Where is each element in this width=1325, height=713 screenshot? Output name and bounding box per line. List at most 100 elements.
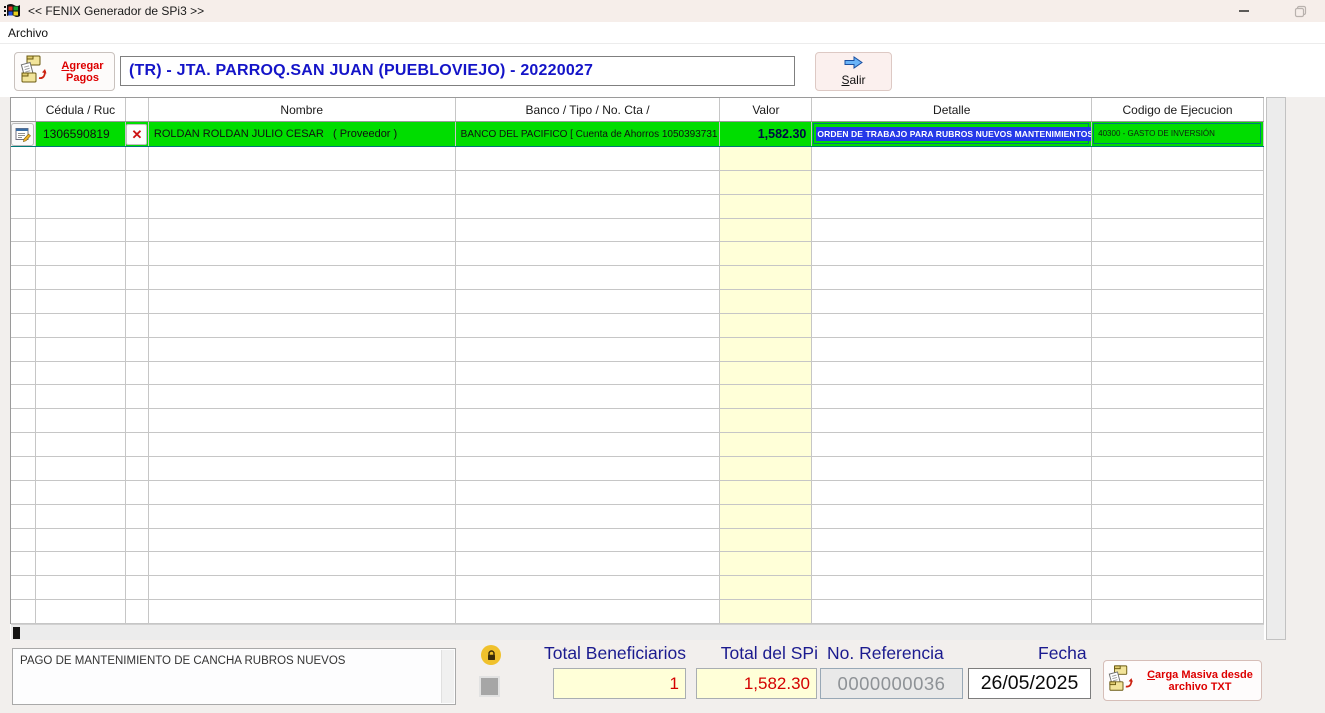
- cedula-cell: 1306590819: [36, 122, 126, 146]
- table-row-empty: [11, 576, 1264, 600]
- empty-cell: [36, 314, 126, 337]
- empty-cell: [36, 219, 126, 242]
- table-row-empty: [11, 171, 1264, 195]
- grid-header-row: Cédula / Ruc Nombre Banco / Tipo / No. C…: [11, 97, 1264, 122]
- edit-row-button[interactable]: [11, 123, 34, 146]
- empty-cell: [11, 147, 36, 170]
- salir-button[interactable]: Salir: [815, 52, 892, 91]
- fecha-label: Fecha: [1038, 643, 1087, 664]
- restore-button[interactable]: [1285, 1, 1315, 21]
- empty-cell: [11, 171, 36, 194]
- empty-cell: [812, 481, 1092, 504]
- grid-header-delete-col: [126, 98, 149, 121]
- total-spi-value: 1,582.30: [696, 668, 817, 699]
- app-window: << FENIX Generador de SPi3 >> Archivo: [0, 0, 1325, 713]
- empty-cell: [149, 529, 456, 552]
- empty-cell: [149, 505, 456, 528]
- codigo-text: 40300 - GASTO DE INVERSIÓN: [1093, 123, 1261, 144]
- total-spi-label: Total del SPi: [640, 643, 818, 664]
- empty-cell: [1092, 219, 1264, 242]
- agregar-pagos-button[interactable]: Agregar Pagos: [14, 52, 115, 91]
- app-icon: [4, 3, 22, 19]
- concept-scrollbar[interactable]: [441, 650, 454, 703]
- empty-cell: [36, 242, 126, 265]
- empty-cell: [11, 290, 36, 313]
- empty-cell: [1092, 362, 1264, 385]
- empty-cell: [1092, 385, 1264, 408]
- empty-cell: [1092, 481, 1264, 504]
- empty-cell: [720, 481, 812, 504]
- horizontal-scrollbar-thumb[interactable]: [13, 627, 20, 639]
- minimize-button[interactable]: [1229, 1, 1259, 21]
- empty-cell: [812, 147, 1092, 170]
- empty-cell: [456, 457, 721, 480]
- entity-field[interactable]: (TR) - JTA. PARROQ.SAN JUAN (PUEBLOVIEJO…: [120, 56, 795, 86]
- empty-cell: [720, 338, 812, 361]
- empty-cell: [456, 552, 721, 575]
- footer-panel: PAGO DE MANTENIMIENTO DE CANCHA RUBROS N…: [0, 640, 1325, 713]
- payments-grid: Cédula / Ruc Nombre Banco / Tipo / No. C…: [10, 97, 1286, 640]
- empty-cell: [812, 314, 1092, 337]
- empty-cell: [812, 195, 1092, 218]
- empty-cell: [720, 552, 812, 575]
- empty-cell: [812, 219, 1092, 242]
- empty-cell: [36, 195, 126, 218]
- menu-archivo[interactable]: Archivo: [0, 24, 56, 42]
- empty-cell: [11, 195, 36, 218]
- empty-cell: [1092, 457, 1264, 480]
- empty-cell: [126, 171, 149, 194]
- empty-cell: [11, 385, 36, 408]
- title-bar: << FENIX Generador de SPi3 >>: [0, 0, 1325, 22]
- empty-cell: [812, 171, 1092, 194]
- empty-cell: [149, 409, 456, 432]
- grid-header-codigo[interactable]: Codigo de Ejecucion: [1092, 98, 1264, 121]
- fecha-input[interactable]: 26/05/2025: [968, 668, 1091, 699]
- delete-row-button[interactable]: ✕: [126, 124, 147, 145]
- empty-cell: [11, 552, 36, 575]
- empty-cell: [456, 219, 721, 242]
- grid-header-nombre[interactable]: Nombre: [149, 98, 456, 121]
- empty-cell: [149, 242, 456, 265]
- empty-cell: [720, 409, 812, 432]
- banco-cell: BANCO DEL PACIFICO [ Cuenta de Ahorros 1…: [456, 122, 721, 146]
- gray-square-button[interactable]: [479, 676, 500, 697]
- empty-cell: [36, 433, 126, 456]
- empty-cell: [149, 600, 456, 623]
- empty-cell: [36, 385, 126, 408]
- empty-cell: [812, 552, 1092, 575]
- empty-cell: [456, 362, 721, 385]
- table-row-empty: [11, 362, 1264, 386]
- carga-masiva-button[interactable]: Carga Masiva desde archivo TXT: [1103, 660, 1262, 701]
- vertical-scrollbar[interactable]: [1266, 97, 1286, 640]
- empty-cell: [812, 338, 1092, 361]
- add-payments-folder-icon: [19, 54, 53, 89]
- concept-textarea[interactable]: PAGO DE MANTENIMIENTO DE CANCHA RUBROS N…: [12, 648, 456, 705]
- codigo-cell[interactable]: 40300 - GASTO DE INVERSIÓN: [1092, 122, 1264, 146]
- horizontal-scrollbar[interactable]: [11, 624, 1264, 640]
- empty-cell: [11, 409, 36, 432]
- table-row-empty: [11, 529, 1264, 553]
- empty-cell: [36, 290, 126, 313]
- empty-cell: [456, 171, 721, 194]
- grid-header-cedula[interactable]: Cédula / Ruc: [36, 98, 126, 121]
- empty-cell: [1092, 505, 1264, 528]
- empty-cell: [126, 338, 149, 361]
- empty-cell: [36, 576, 126, 599]
- table-row-empty: [11, 195, 1264, 219]
- empty-cell: [812, 266, 1092, 289]
- detalle-cell[interactable]: ORDEN DE TRABAJO PARA RUBROS NUEVOS MANT…: [812, 122, 1092, 146]
- empty-cell: [456, 505, 721, 528]
- empty-cell: [36, 481, 126, 504]
- grid-header-detalle[interactable]: Detalle: [812, 98, 1092, 121]
- empty-cell: [11, 433, 36, 456]
- grid-header-banco[interactable]: Banco / Tipo / No. Cta /: [456, 98, 721, 121]
- empty-cell: [36, 457, 126, 480]
- empty-cell: [11, 457, 36, 480]
- empty-cell: [149, 147, 456, 170]
- empty-cell: [812, 600, 1092, 623]
- empty-cell: [456, 314, 721, 337]
- empty-cell: [812, 362, 1092, 385]
- table-row-empty: [11, 505, 1264, 529]
- empty-cell: [1092, 409, 1264, 432]
- grid-header-valor[interactable]: Valor: [720, 98, 812, 121]
